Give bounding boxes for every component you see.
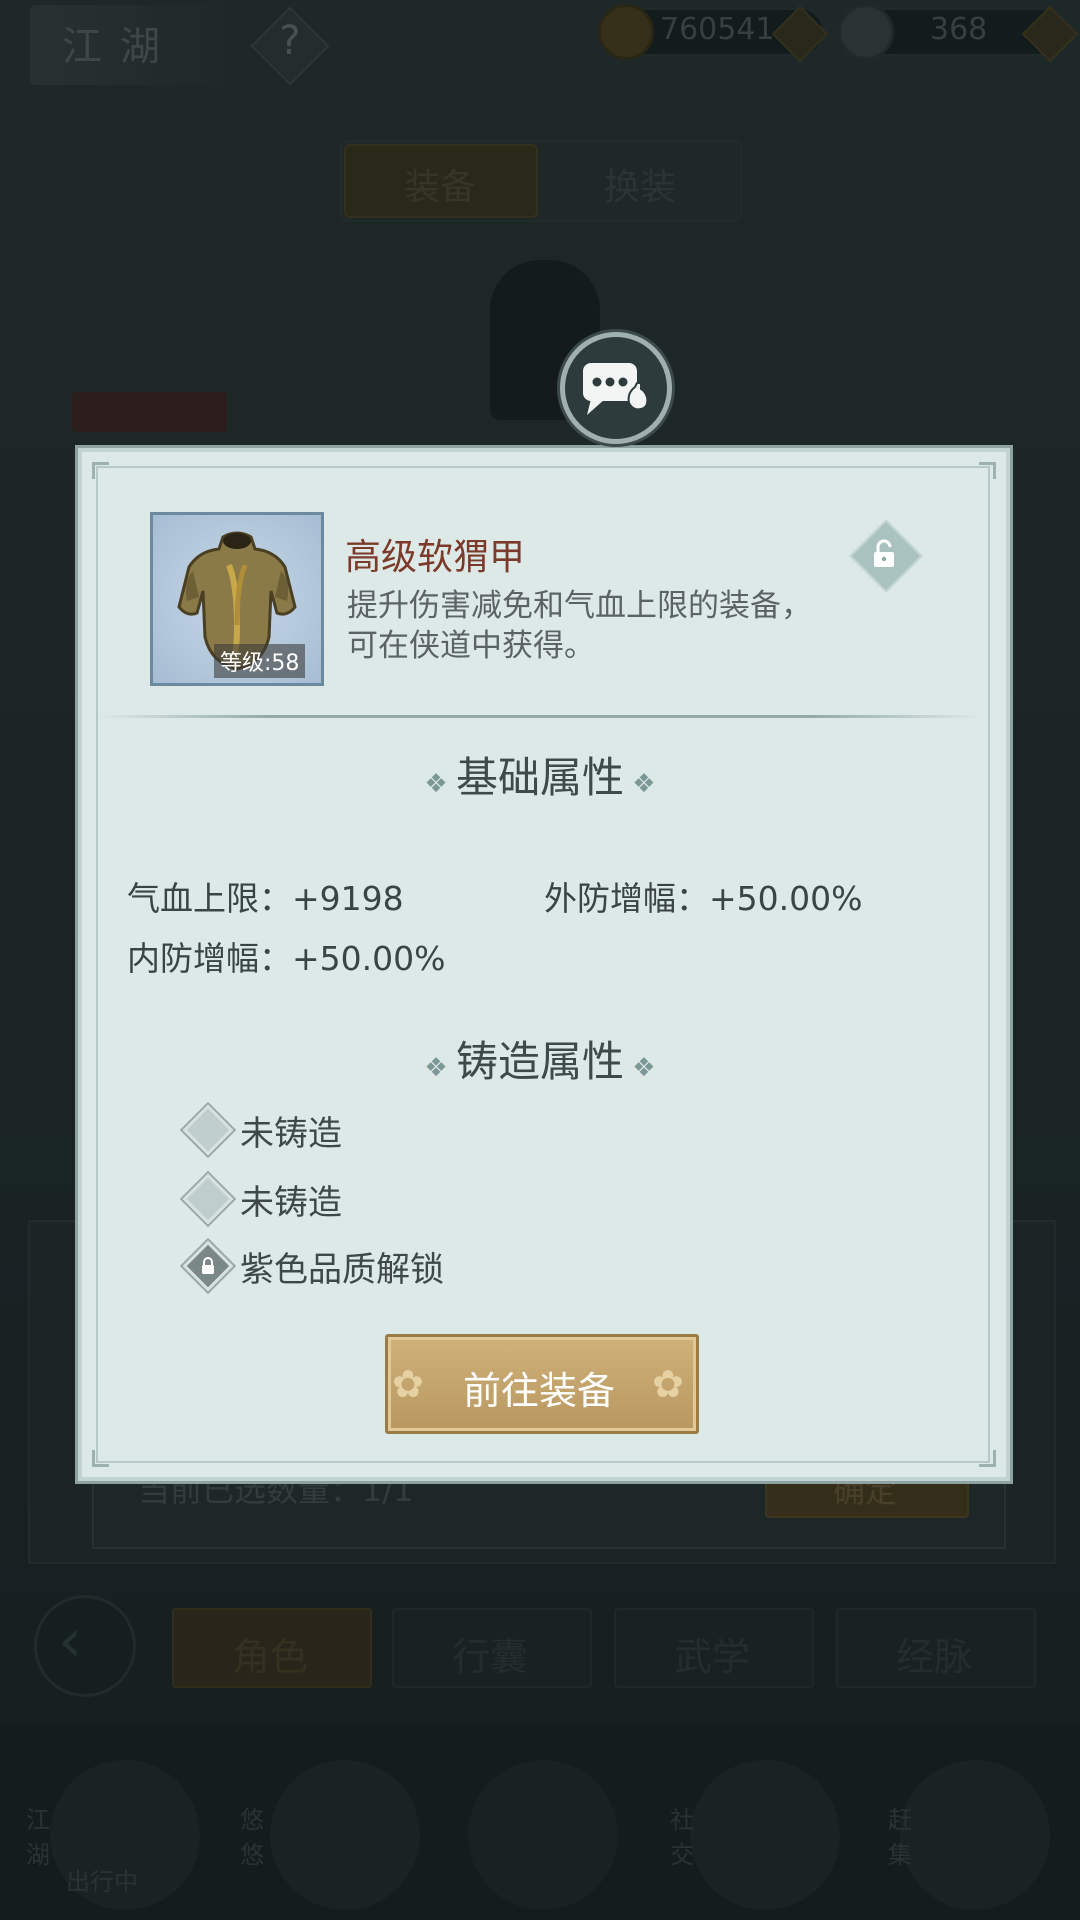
- header-divider: [96, 715, 984, 718]
- ornament-icon: ❖: [424, 769, 456, 799]
- forge-attributes-heading: ❖ 铸造属性 ❖: [0, 1028, 1080, 1089]
- ornament-icon: ❖: [424, 1053, 456, 1083]
- forge-slot-1: 未铸造: [240, 1114, 342, 1154]
- attr-outer-defense: 外防增幅：+50.00%: [544, 879, 863, 918]
- chat-bubble-emblem: [560, 332, 672, 444]
- go-equip-button-label: 前往装备: [462, 1369, 615, 1413]
- base-attributes-title: 基础属性: [455, 753, 624, 802]
- attr-inner-defense: 内防增幅：+50.00%: [127, 939, 446, 978]
- corner-ornament: [92, 1450, 109, 1467]
- forge-slot-2: 未铸造: [240, 1183, 342, 1223]
- forge-slot-3-locked: 紫色品质解锁: [240, 1250, 444, 1290]
- forge-attributes-title: 铸造属性: [455, 1037, 624, 1086]
- corner-ornament: [979, 462, 996, 479]
- ornament-icon: ❖: [624, 769, 656, 799]
- base-attributes-heading: ❖ 基础属性 ❖: [0, 744, 1080, 805]
- unlock-icon: [874, 539, 894, 567]
- attr-max-hp: 气血上限：+9198: [127, 879, 404, 918]
- item-level-tag: 等级:58: [214, 644, 306, 678]
- item-description-line: 可在侠道中获得。: [347, 628, 595, 664]
- ornament-icon: ❖: [624, 1053, 656, 1083]
- corner-ornament: [92, 462, 109, 479]
- item-description-line: 提升伤害减免和气血上限的装备，: [347, 588, 812, 624]
- item-name: 高级软猬甲: [345, 537, 526, 578]
- item-description: 提升伤害减免和气血上限的装备， 可在侠道中获得。: [347, 586, 887, 666]
- chat-bubble-icon: [583, 363, 649, 415]
- corner-ornament: [979, 1450, 996, 1467]
- padlock-icon: [202, 1257, 214, 1274]
